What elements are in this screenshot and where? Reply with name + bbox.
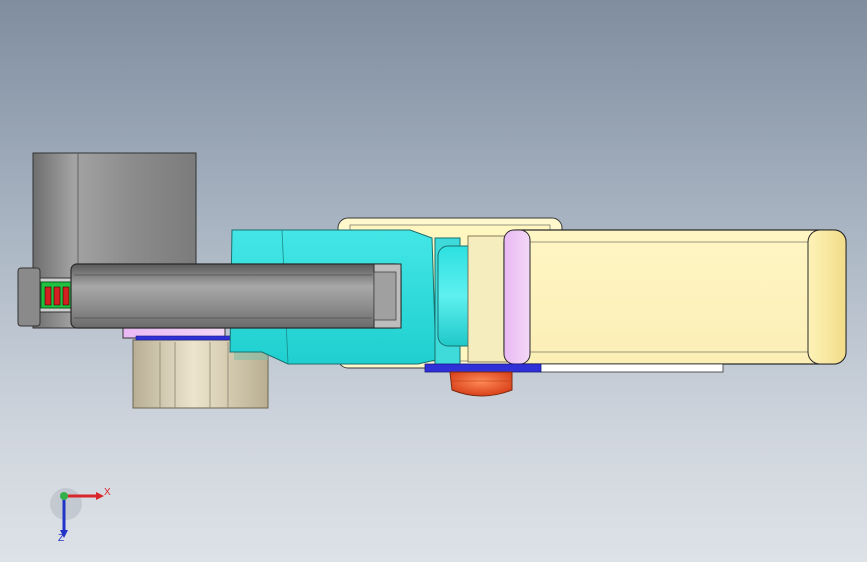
- x-axis-label: X: [104, 487, 111, 498]
- forearm-lower-plate: [539, 363, 724, 373]
- forearm-link: [503, 229, 847, 365]
- coordinate-triad: X Z: [44, 482, 114, 546]
- shoulder-flange-blue: [135, 335, 245, 341]
- robot-arm-model[interactable]: [0, 0, 867, 562]
- elbow-motor: [437, 235, 509, 363]
- shoulder-link: [70, 263, 402, 329]
- z-axis-label: Z: [58, 533, 65, 544]
- tool-flange: [424, 363, 542, 397]
- connector-block: [40, 281, 74, 309]
- graphics-viewport[interactable]: X Z: [0, 0, 867, 562]
